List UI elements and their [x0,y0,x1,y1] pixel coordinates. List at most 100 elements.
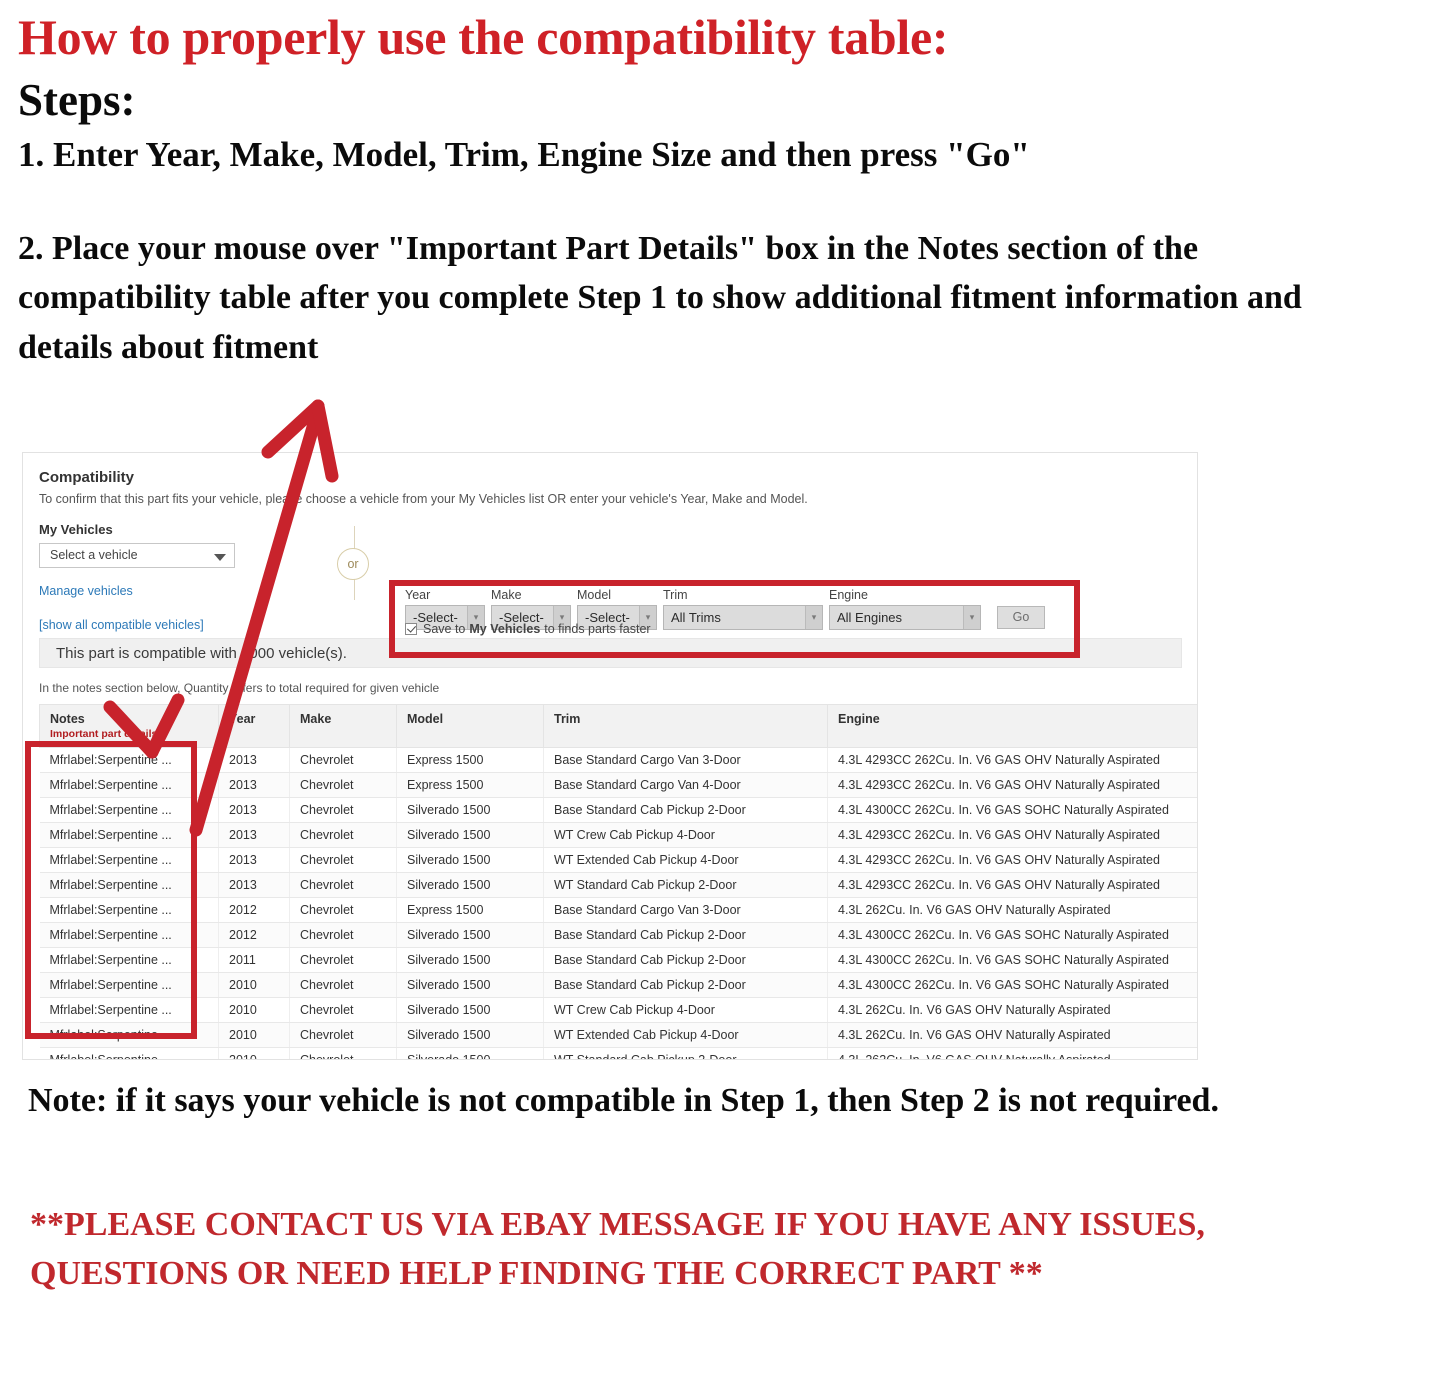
cell-engine: 4.3L 4300CC 262Cu. In. V6 GAS SOHC Natur… [827,947,1197,973]
table-row: Mfrlabel:Serpentine ... 2013 Chevrolet Silv… [39,847,1197,873]
engine-select[interactable]: All Engines ▾ [829,605,981,630]
cell-trim: WT Extended Cab Pickup 4-Door [543,847,828,873]
table-row: Mfrlabel:Serpentine ... 2010 Chevrolet Silv… [39,972,1197,998]
cell-engine: 4.3L 4300CC 262Cu. In. V6 GAS SOHC Natur… [827,922,1197,948]
column-header-notes[interactable]: Notes Important part details [39,704,219,748]
cell-year: 2013 [218,847,290,873]
table-header-row: Notes Important part details Year Make M… [39,704,1197,748]
trim-label: Trim [663,588,688,602]
cell-make: Chevrolet [289,797,397,823]
cell-notes[interactable]: Mfrlabel:Serpentine ... [39,872,219,898]
cell-notes[interactable]: Mfrlabel:Serpentine ... [39,797,219,823]
save-text-bold: My Vehicles [469,622,541,636]
important-part-details-label: Important part details [50,728,158,740]
cell-make: Chevrolet [289,897,397,923]
column-header-model[interactable]: Model [396,704,544,748]
cell-notes[interactable]: Mfrlabel:Serpentine ... [39,897,219,923]
trim-field: Trim All Trims ▾ [663,588,823,630]
column-header-notes-label: Notes [50,712,85,726]
cell-trim: Base Standard Cab Pickup 2-Door [543,947,828,973]
cell-year: 2012 [218,897,290,923]
table-row: Mfrlabel:Serpentine ... 2013 Chevrolet Expr… [39,747,1197,773]
show-all-compatible-vehicles-link[interactable]: [show all compatible vehicles] [39,618,269,632]
cell-notes[interactable]: Mfrlabel:Serpentine ... [39,997,219,1023]
compatibility-panel: Compatibility To confirm that this part … [22,452,1198,1060]
cell-year: 2013 [218,747,290,773]
column-header-year[interactable]: Year [218,704,290,748]
cell-year: 2012 [218,922,290,948]
save-to-my-vehicles-checkbox[interactable] [405,623,417,635]
cell-model: Express 1500 [396,747,544,773]
chevron-down-icon: ▾ [963,606,980,629]
cell-trim: Base Standard Cab Pickup 2-Door [543,797,828,823]
cell-notes[interactable]: Mfrlabel:Serpentine ... [39,772,219,798]
table-row: Mfrlabel:Serpentine ... 2012 Chevrolet Silv… [39,922,1197,948]
column-header-engine[interactable]: Engine [827,704,1197,748]
cell-model: Silverado 1500 [396,797,544,823]
my-vehicles-select[interactable]: Select a vehicle [39,543,235,568]
cell-model: Silverado 1500 [396,922,544,948]
table-row: Mfrlabel:Serpentine ... 2010 Chevrolet Silv… [39,997,1197,1023]
cell-make: Chevrolet [289,922,397,948]
cell-notes[interactable]: Mfrlabel:Serpentine ... [39,922,219,948]
table-row: Mfrlabel:Serpentine ... 2013 Chevrolet Silv… [39,872,1197,898]
cell-year: 2010 [218,972,290,998]
page-title: How to properly use the compatibility ta… [18,9,949,65]
cell-make: Chevrolet [289,822,397,848]
cell-trim: Base Standard Cargo Van 3-Door [543,897,828,923]
cell-make: Chevrolet [289,847,397,873]
cell-engine: 4.3L 262Cu. In. V6 GAS OHV Naturally Asp… [827,1022,1197,1048]
cell-trim: Base Standard Cargo Van 4-Door [543,772,828,798]
cell-make: Chevrolet [289,872,397,898]
engine-select-value: All Engines [837,610,903,625]
column-header-make[interactable]: Make [289,704,397,748]
cell-make: Chevrolet [289,1047,397,1059]
cell-year: 2013 [218,872,290,898]
save-to-my-vehicles-row[interactable]: Save to My Vehicles to finds parts faste… [405,622,651,636]
save-text-before: Save to [423,622,466,636]
cell-model: Silverado 1500 [396,997,544,1023]
cell-notes[interactable]: Mfrlabel:Serpentine ... [39,1022,219,1048]
cell-engine: 4.3L 4293CC 262Cu. In. V6 GAS OHV Natura… [827,822,1197,848]
vehicle-chooser: My Vehicles Select a vehicle Manage vehi… [39,522,1181,658]
manage-vehicles-link[interactable]: Manage vehicles [39,584,269,598]
cell-make: Chevrolet [289,972,397,998]
compatibility-table: Notes Important part details Year Make M… [39,704,1197,1059]
cell-notes[interactable]: Mfrlabel:Serpentine ... [39,847,219,873]
engine-label: Engine [829,588,868,602]
my-vehicles-column: My Vehicles Select a vehicle Manage vehi… [39,522,269,632]
footer-contact: **PLEASE CONTACT US VIA EBAY MESSAGE IF … [30,1206,1205,1293]
cell-make: Chevrolet [289,772,397,798]
cell-notes[interactable]: Mfrlabel:Serpentine ... [39,822,219,848]
cell-year: 2013 [218,797,290,823]
go-button[interactable]: Go [997,606,1045,629]
cell-year: 2011 [218,947,290,973]
cell-make: Chevrolet [289,947,397,973]
cell-model: Silverado 1500 [396,847,544,873]
cell-trim: Base Standard Cab Pickup 2-Door [543,972,828,998]
cell-trim: WT Crew Cab Pickup 4-Door [543,822,828,848]
cell-trim: Base Standard Cargo Van 3-Door [543,747,828,773]
cell-trim: Base Standard Cab Pickup 2-Door [543,922,828,948]
footer-note: Note: if it says your vehicle is not com… [28,1082,1219,1119]
cell-model: Express 1500 [396,772,544,798]
cell-engine: 4.3L 262Cu. In. V6 GAS OHV Naturally Asp… [827,897,1197,923]
trim-select[interactable]: All Trims ▾ [663,605,823,630]
engine-field: Engine All Engines ▾ [829,588,981,630]
make-label: Make [491,588,522,602]
cell-trim: WT Crew Cab Pickup 4-Door [543,997,828,1023]
table-body: Mfrlabel:Serpentine ... 2013 Chevrolet Expr… [39,747,1197,1059]
cell-model: Express 1500 [396,897,544,923]
cell-trim: WT Standard Cab Pickup 2-Door [543,872,828,898]
cell-notes[interactable]: Mfrlabel:Serpentine ... [39,747,219,773]
column-header-trim[interactable]: Trim [543,704,828,748]
cell-model: Silverado 1500 [396,972,544,998]
cell-notes[interactable]: Mfrlabel:Serpentine ... [39,1047,219,1059]
cell-make: Chevrolet [289,1022,397,1048]
cell-engine: 4.3L 4293CC 262Cu. In. V6 GAS OHV Natura… [827,872,1197,898]
step-2-text: 2. Place your mouse over "Important Part… [18,230,1302,366]
cell-notes[interactable]: Mfrlabel:Serpentine ... [39,947,219,973]
cell-notes[interactable]: Mfrlabel:Serpentine ... [39,972,219,998]
instructions-block: How to properly use the compatibility ta… [18,10,1418,372]
cell-year: 2013 [218,822,290,848]
